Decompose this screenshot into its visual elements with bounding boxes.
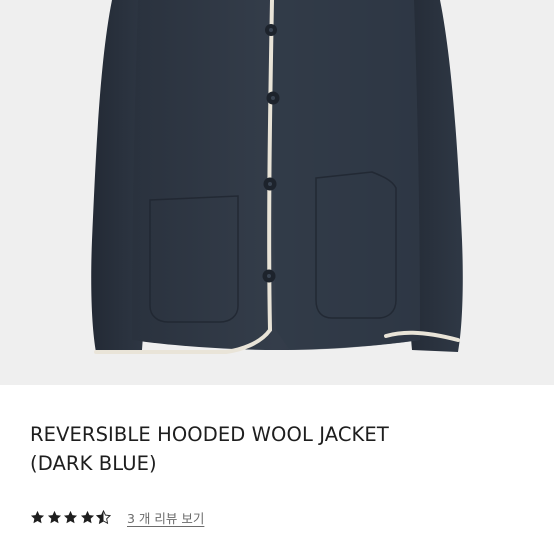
- star-icon: [80, 510, 94, 523]
- product-photo[interactable]: [0, 0, 554, 385]
- star-icon: [63, 510, 78, 523]
- product-title: REVERSIBLE HOODED WOOL JACKET (DARK BLUE…: [30, 420, 530, 478]
- star-rating: [30, 509, 111, 525]
- product-page: REVERSIBLE HOODED WOOL JACKET (DARK BLUE…: [0, 0, 554, 554]
- rating-row: 3 개 리뷰 보기: [30, 505, 204, 529]
- reviews-link[interactable]: 3 개 리뷰 보기: [127, 508, 204, 527]
- jacket-illustration: [91, 0, 463, 354]
- star-icon: [47, 510, 61, 523]
- product-title-line-1: REVERSIBLE HOODED WOOL JACKET: [30, 423, 389, 446]
- star-icon: [30, 510, 45, 523]
- product-title-line-2: (DARK BLUE): [30, 452, 157, 475]
- star-half-icon: [96, 509, 111, 524]
